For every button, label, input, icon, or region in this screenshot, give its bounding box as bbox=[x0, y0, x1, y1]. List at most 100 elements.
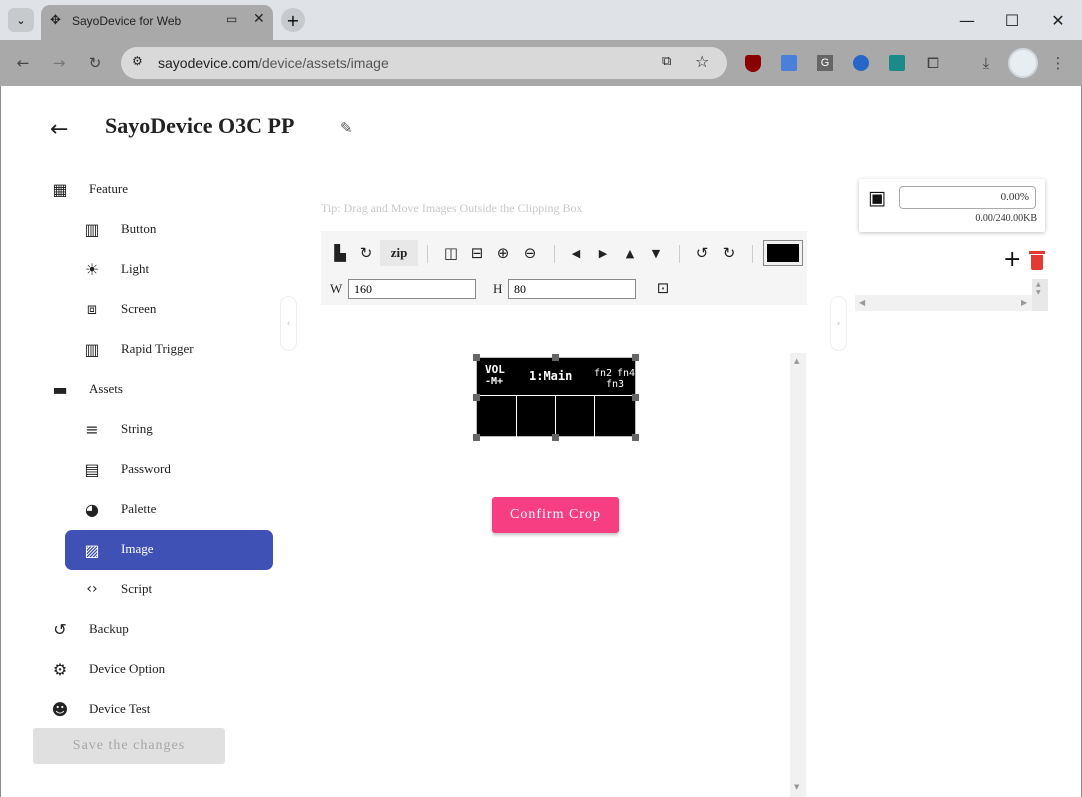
grammar-extension-icon[interactable]: G bbox=[814, 52, 836, 74]
page-title: SayoDevice O3C PP bbox=[105, 113, 295, 138]
save-changes-button[interactable]: Save the changes bbox=[33, 728, 225, 764]
library-icon: ▤ bbox=[84, 459, 100, 479]
maximize-button[interactable]: ☐ bbox=[989, 0, 1035, 40]
crop-handle[interactable] bbox=[473, 434, 480, 441]
menu-kebab-icon[interactable]: ⋮ bbox=[1047, 52, 1069, 74]
open-file-icon[interactable]: ▙ bbox=[328, 241, 352, 265]
translate-extension-icon[interactable] bbox=[778, 52, 800, 74]
scroll-up-arrow[interactable]: ▲ bbox=[794, 357, 799, 365]
move-left-icon[interactable]: ◀ bbox=[564, 241, 588, 265]
browser-tab[interactable]: ✥ SayoDevice for Web ▭ ✕ bbox=[41, 5, 273, 40]
crop-handle[interactable] bbox=[632, 434, 639, 441]
minimize-button[interactable]: — bbox=[944, 0, 990, 40]
crop-image-preview[interactable]: VOL -M+ 1:Main fn2 fn4 fn3 bbox=[476, 357, 636, 437]
rotate-left-icon[interactable]: ↺ bbox=[690, 241, 714, 265]
scroll-down-arrow[interactable]: ▼ bbox=[1036, 289, 1041, 296]
edit-pencil-icon[interactable]: ✎ bbox=[340, 119, 353, 137]
sidebar-item-script[interactable]: ‹› Script bbox=[65, 569, 273, 609]
back-arrow-icon[interactable]: ← bbox=[50, 117, 68, 142]
sidebar-item-device-option[interactable]: ⚙ Device Option bbox=[33, 649, 273, 689]
zoom-out-icon[interactable]: ⊖ bbox=[518, 241, 542, 265]
tip-text: Tip: Drag and Move Images Outside the Cl… bbox=[321, 201, 583, 215]
sidebar-item-backup[interactable]: ↺ Backup bbox=[33, 609, 273, 649]
address-bar[interactable]: ⚙ sayodevice.com /device/assets/image ⧉ … bbox=[121, 47, 727, 79]
left-panel-collapse-handle[interactable]: ‹ bbox=[280, 296, 297, 351]
crop-handle[interactable] bbox=[552, 354, 559, 361]
color-picker-button[interactable] bbox=[763, 240, 803, 266]
height-input[interactable] bbox=[508, 279, 636, 299]
move-up-icon[interactable]: ▲ bbox=[618, 241, 642, 265]
storage-card: ▣ 0.00% 0.00/240.00KB bbox=[859, 179, 1045, 232]
reset-icon[interactable]: ↻ bbox=[354, 241, 378, 265]
sidebar-item-assets[interactable]: ▬ Assets bbox=[33, 369, 273, 409]
new-tab-button[interactable]: + bbox=[281, 8, 305, 32]
move-down-icon[interactable]: ▼ bbox=[644, 241, 668, 265]
piano-keys-icon: ▥ bbox=[84, 339, 100, 359]
palette-icon: ◕ bbox=[85, 499, 99, 519]
sidebar-item-label: Feature bbox=[89, 181, 128, 196]
preview-grid-line bbox=[477, 395, 635, 396]
translate-icon[interactable]: ⧉ bbox=[662, 54, 671, 69]
scroll-left-arrow[interactable]: ◀ bbox=[859, 298, 865, 307]
sidebar-item-button[interactable]: ▥ Button bbox=[65, 209, 273, 249]
crop-handle[interactable] bbox=[473, 394, 480, 401]
scroll-right-arrow[interactable]: ▶ bbox=[1021, 298, 1027, 307]
add-icon[interactable]: + bbox=[1003, 249, 1021, 271]
confirm-crop-button[interactable]: Confirm Crop bbox=[492, 497, 619, 533]
sidebar-item-label: Rapid Trigger bbox=[121, 341, 194, 356]
rotate-right-icon[interactable]: ↻ bbox=[717, 241, 741, 265]
move-right-icon[interactable]: ▶ bbox=[591, 241, 615, 265]
sidebar-item-image[interactable]: ▨ Image bbox=[65, 530, 273, 570]
canvas-scrollbar[interactable]: ▲ ▼ bbox=[790, 353, 806, 797]
image-icon: ▨ bbox=[84, 540, 100, 560]
sidebar-item-light[interactable]: ☀ Light bbox=[65, 249, 273, 289]
sidebar-item-label: Device Test bbox=[89, 701, 151, 716]
sidebar-item-label: Assets bbox=[89, 381, 123, 396]
crop-handle[interactable] bbox=[552, 434, 559, 441]
width-input[interactable] bbox=[348, 279, 476, 299]
settings-cog-icon: ⚙ bbox=[52, 659, 68, 679]
zip-button[interactable]: zip bbox=[380, 240, 418, 266]
preview-vol-bottom: -M+ bbox=[485, 376, 504, 387]
right-panel-collapse-handle[interactable]: › bbox=[830, 296, 847, 351]
crop-handle[interactable] bbox=[473, 354, 480, 361]
asset-list-scrollbar[interactable]: ◀ ▶ ▲ ▼ bbox=[855, 279, 1048, 311]
delete-trash-icon[interactable] bbox=[1029, 251, 1045, 270]
puzzle-extensions-icon[interactable]: ⧠ bbox=[922, 52, 944, 74]
bookmark-star-icon[interactable]: ☆ bbox=[695, 52, 709, 71]
site-info-icon[interactable]: ⚙ bbox=[132, 54, 150, 72]
crop-handle[interactable] bbox=[632, 354, 639, 361]
close-tab-icon[interactable]: ✕ bbox=[253, 11, 265, 27]
reload-icon[interactable]: ↻ bbox=[84, 52, 106, 74]
divider bbox=[554, 245, 555, 263]
sidebar-item-label: Password bbox=[121, 461, 171, 476]
preview-grid-line bbox=[516, 395, 517, 437]
scroll-down-arrow[interactable]: ▼ bbox=[794, 783, 799, 791]
restore-icon: ↺ bbox=[53, 619, 67, 639]
ublock-extension-icon[interactable] bbox=[742, 52, 764, 74]
sidebar-item-rapid-trigger[interactable]: ▥ Rapid Trigger bbox=[65, 329, 273, 369]
sidebar-item-string[interactable]: ≡ String bbox=[65, 409, 273, 449]
notes-extension-icon[interactable] bbox=[886, 52, 908, 74]
flip-horizontal-icon[interactable]: ◫ bbox=[439, 241, 463, 265]
sidebar-item-palette[interactable]: ◕ Palette bbox=[65, 489, 273, 529]
save-disk-icon[interactable]: ▣ bbox=[868, 187, 886, 209]
flip-vertical-icon[interactable]: ⊟ bbox=[465, 241, 489, 265]
sidebar-item-label: Backup bbox=[89, 621, 129, 636]
scroll-up-arrow[interactable]: ▲ bbox=[1036, 281, 1041, 288]
crop-handle[interactable] bbox=[632, 394, 639, 401]
avatar[interactable] bbox=[1008, 48, 1038, 78]
close-window-button[interactable]: ✕ bbox=[1035, 0, 1081, 40]
width-label: W bbox=[330, 281, 343, 296]
forward-arrow-icon[interactable]: → bbox=[48, 52, 70, 74]
sidebar-item-device-test[interactable]: ☻ Device Test bbox=[33, 689, 273, 729]
sidebar-item-feature[interactable]: ▦ Feature bbox=[33, 169, 273, 209]
tab-search-button[interactable]: ⌄ bbox=[8, 8, 34, 32]
center-focus-icon[interactable]: ⊡ bbox=[651, 276, 675, 300]
download-icon[interactable]: ⤓ bbox=[975, 52, 997, 74]
vpn-extension-icon[interactable] bbox=[850, 52, 872, 74]
zoom-in-icon[interactable]: ⊕ bbox=[491, 241, 515, 265]
back-arrow-icon[interactable]: ← bbox=[12, 52, 34, 74]
sidebar-item-screen[interactable]: ⧈ Screen bbox=[65, 289, 273, 329]
sidebar-item-password[interactable]: ▤ Password bbox=[65, 449, 273, 489]
